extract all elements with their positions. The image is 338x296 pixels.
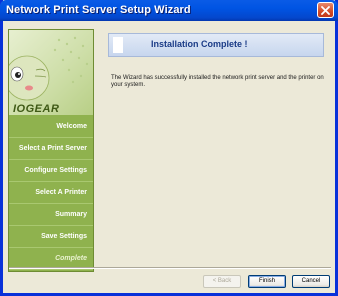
page-header-banner: Installation Complete ! [108,33,324,57]
wizard-window: Network Print Server Setup Wizard IOGEAR… [0,0,338,296]
title-bar: Network Print Server Setup Wizard [0,0,338,21]
step-configure-settings: Configure Settings [9,160,93,182]
step-summary: Summary [9,204,93,226]
wizard-sidebar: IOGEAR Welcome Select a Print Server Con… [8,29,94,272]
step-save-settings: Save Settings [9,226,93,248]
cancel-button[interactable]: Cancel [292,275,330,288]
brand-logo: IOGEAR [13,103,60,115]
mascot-icon [9,36,89,101]
step-welcome: Welcome [9,116,93,138]
completion-message: The Wizard has successfully installed th… [111,75,324,88]
close-icon [321,6,330,15]
wizard-body: IOGEAR Welcome Select a Print Server Con… [3,21,335,293]
step-select-print-server: Select a Print Server [9,138,93,160]
page-title: Installation Complete ! [151,39,248,49]
wizard-steps: Welcome Select a Print Server Configure … [9,116,93,270]
window-title: Network Print Server Setup Wizard [6,4,191,16]
footer-divider [9,267,331,269]
finish-button[interactable]: Finish [248,275,286,288]
close-button[interactable] [317,2,334,18]
step-select-printer: Select A Printer [9,182,93,204]
back-button[interactable]: < Back [203,275,241,288]
banner-marker [113,37,123,53]
mascot-logo-panel: IOGEAR [9,30,93,115]
